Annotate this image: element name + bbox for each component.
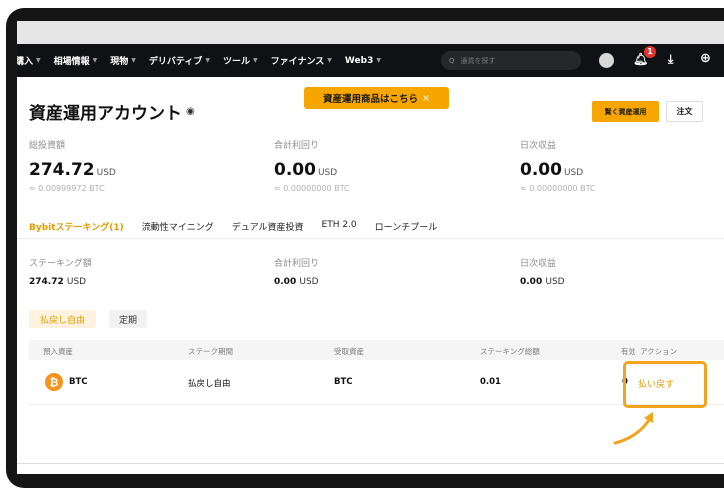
column-header-valid: 有効 — [621, 347, 635, 356]
cell-receive: BTC — [334, 377, 353, 387]
tabs-divider — [17, 238, 724, 239]
stat-value: 0.00 USD — [520, 160, 596, 180]
table-header: 預入資産 ステーク期間 受取資産 ステーキング総額 有効 アクション — [29, 340, 724, 360]
cell-amount: 0.01 — [480, 377, 501, 387]
chevron-down-icon: ▼ — [376, 57, 381, 64]
stat-label: 総投資額 — [29, 141, 66, 151]
filter-fixed-chip[interactable]: 定期 — [109, 310, 147, 328]
nav-item-label: ツール — [223, 57, 251, 67]
summary-daily-earnings: 日次収益 0.00 USD ≈ 0.00000000 BTC — [520, 138, 596, 193]
nav-item-label: Web3 — [344, 55, 374, 66]
tab-dual-asset[interactable]: デュアル資産投資 — [232, 220, 304, 233]
browser-chrome-bar — [17, 21, 724, 44]
stat-number: 0.00 — [274, 160, 316, 180]
column-header-receive-asset: 受取資産 — [334, 347, 364, 356]
stat-value: 274.72 USD — [29, 160, 116, 180]
stat-label: 合計利回り — [274, 141, 320, 151]
stat-value: 0.00 USD — [520, 277, 565, 287]
stat-value: 0.00 USD — [274, 277, 319, 287]
stat-btc-equivalent: ≈ 0.00000000 BTC — [520, 184, 596, 193]
cell-asset: BTC — [69, 377, 88, 387]
chevron-down-icon: ▼ — [131, 57, 136, 64]
nav-item-buy[interactable]: 購入 ▼ — [17, 54, 41, 67]
bitcoin-icon: ₿ — [45, 373, 63, 391]
chevron-down-icon: ▼ — [36, 57, 41, 64]
table-row: ₿ BTC 払戻し自由 BTC 0.01 0 — [29, 360, 724, 405]
pointer-arrow-icon — [613, 412, 653, 445]
chevron-down-icon: ▼ — [327, 57, 332, 64]
chevron-down-icon: ▼ — [205, 57, 211, 64]
nav-item-web3[interactable]: Web3 ▼ — [345, 56, 381, 66]
filter-flexible-chip[interactable]: 払戻し自由 — [29, 310, 96, 328]
cell-term: 払戻し自由 — [188, 379, 231, 389]
promo-label: 資産運用商品はこちら — [323, 94, 419, 105]
nav-item-tools[interactable]: ツール ▼ — [223, 54, 258, 67]
nav-item-derivatives[interactable]: デリバティブ ▼ — [149, 54, 210, 67]
stat-label: ステーキング額 — [29, 259, 92, 269]
tab-eth2[interactable]: ETH 2.0 — [322, 220, 357, 233]
eye-icon[interactable]: ◉ — [186, 106, 195, 117]
nav-item-markets[interactable]: 相場情報 ▼ — [54, 54, 98, 67]
avatar[interactable] — [599, 53, 614, 68]
column-header-action: アクション — [640, 347, 678, 356]
staking-total-yield: 合計利回り 0.00 USD — [274, 256, 319, 287]
stat-unit: USD — [66, 277, 87, 287]
promo-banner[interactable]: 資産運用商品はこちら × — [304, 87, 449, 109]
summary-total-investment: 総投資額 274.72 USD ≈ 0.00999972 BTC — [29, 138, 116, 193]
column-header-staking-total: ステーキング総額 — [480, 347, 540, 356]
stat-label: 日次収益 — [520, 259, 557, 269]
orders-button[interactable]: 注文 — [666, 101, 703, 122]
staking-amount: ステーキング額 274.72 USD — [29, 256, 92, 287]
app-screen: 購入 ▼ 相場情報 ▼ 現物 ▼ デリバティブ ▼ ツール ▼ ファイナンス ▼ Web3 ▼… — [17, 21, 724, 474]
notification-badge: 1 — [644, 46, 656, 58]
stat-unit: USD — [563, 168, 584, 178]
stat-unit: USD — [545, 277, 565, 287]
nav-item-label: ファイナンス — [270, 57, 325, 67]
stat-number: 274.72 — [29, 277, 64, 287]
product-tabs: Bybitステーキング(1) 流動性マイニング デュアル資産投資 ETH 2.0… — [29, 220, 455, 233]
invest-button[interactable]: 賢く資産運用 — [592, 101, 659, 122]
nav-item-label: 相場情報 — [53, 57, 90, 67]
nav-menu: 購入 ▼ 相場情報 ▼ 現物 ▼ デリバティブ ▼ ツール ▼ ファイナンス ▼ Web3 ▼ — [17, 54, 394, 68]
nav-item-label: 購入 — [17, 57, 34, 67]
page-title: 資産運用アカウント ◉ — [29, 99, 195, 124]
tab-launchpool[interactable]: ローンチプール — [375, 220, 438, 233]
redeem-link[interactable]: 払い戻す — [638, 377, 674, 390]
chevron-down-icon: ▼ — [92, 57, 98, 64]
page-title-text: 資産運用アカウント — [29, 104, 182, 124]
chevron-down-icon: ▼ — [253, 57, 258, 64]
stat-value: 274.72 USD — [29, 277, 92, 287]
search-placeholder: 通貨を探す — [460, 56, 496, 65]
bottom-divider — [17, 463, 724, 464]
search-icon: Q — [449, 56, 455, 65]
stat-btc-equivalent: ≈ 0.00999972 BTC — [29, 184, 105, 193]
close-icon[interactable]: × — [422, 93, 430, 104]
staking-daily-earnings: 日次収益 0.00 USD — [520, 256, 565, 287]
globe-icon[interactable]: ⊕ — [700, 51, 711, 66]
tab-bybit-staking[interactable]: Bybitステーキング(1) — [29, 220, 124, 233]
nav-item-label: 現物 — [110, 57, 129, 67]
stat-value: 0.00 USD — [274, 160, 350, 180]
stat-unit: USD — [317, 168, 338, 178]
nav-item-label: デリバティブ — [148, 57, 203, 67]
top-nav-bar: 購入 ▼ 相場情報 ▼ 現物 ▼ デリバティブ ▼ ツール ▼ ファイナンス ▼ Web3 ▼… — [17, 44, 724, 77]
column-header-deposit-asset: 預入資産 — [43, 347, 73, 356]
stat-unit: USD — [299, 277, 319, 287]
stat-btc-equivalent: ≈ 0.00000000 BTC — [274, 184, 350, 193]
stat-label: 日次収益 — [520, 141, 557, 151]
summary-total-yield: 合計利回り 0.00 USD ≈ 0.00000000 BTC — [274, 138, 350, 193]
stat-number: 0.00 — [520, 277, 543, 287]
search-input[interactable]: Q 通貨を探す — [441, 51, 581, 70]
nav-item-finance[interactable]: ファイナンス ▼ — [271, 54, 332, 67]
column-header-stake-period: ステーク期間 — [188, 347, 233, 356]
nav-item-spot[interactable]: 現物 ▼ — [110, 54, 136, 67]
download-icon[interactable]: ⤓ — [668, 52, 673, 67]
stat-number: 274.72 — [29, 160, 95, 180]
tab-liquidity-mining[interactable]: 流動性マイニング — [142, 220, 214, 233]
stat-number: 0.00 — [274, 277, 297, 287]
stat-label: 合計利回り — [274, 259, 320, 269]
stat-unit: USD — [96, 168, 116, 178]
stat-number: 0.00 — [520, 160, 562, 180]
